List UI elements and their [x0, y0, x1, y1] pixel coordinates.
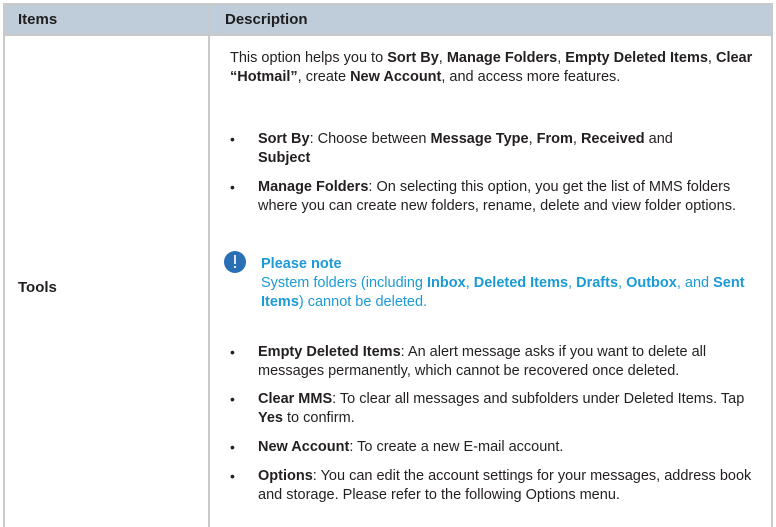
note-body: System folders (including Inbox, Deleted…: [261, 274, 761, 312]
tools-table: Items Description Tools This option help…: [3, 3, 773, 527]
intro-text: , and access more features.: [441, 69, 621, 85]
item-text: ,: [572, 131, 581, 147]
header-items: Items: [18, 11, 58, 28]
row-label-tools: Tools: [18, 279, 57, 296]
intro-paragraph: This option helps you to Sort By, Manage…: [230, 49, 770, 87]
table-header: Items Description: [5, 5, 771, 36]
bullet: •: [230, 131, 235, 147]
info-icon: [224, 251, 246, 273]
item-text: to confirm.: [283, 410, 355, 426]
intro-bold: Manage Folders: [446, 50, 558, 66]
note-bold: Outbox: [626, 275, 677, 291]
note-text: , and: [676, 275, 714, 291]
note-text: ,: [618, 275, 627, 291]
item-label: Manage Folders: [258, 179, 369, 195]
note-text: ,: [568, 275, 577, 291]
bullet: •: [230, 179, 235, 195]
intro-bold: Sort By: [387, 50, 439, 66]
item-label: Options: [258, 468, 313, 484]
item-label: Empty Deleted Items: [258, 344, 401, 360]
item-bold: From: [536, 131, 573, 147]
list-item-text: Empty Deleted Items: An alert message as…: [258, 343, 770, 381]
item-text: : You can edit the account settings for …: [258, 468, 752, 503]
bullet: •: [230, 439, 235, 455]
note-text: ) cannot be deleted.: [298, 294, 428, 310]
note-title: Please note: [261, 256, 342, 272]
list-item-text: Options: You can edit the account settin…: [258, 467, 770, 505]
intro-bold: Empty Deleted Items: [565, 50, 708, 66]
intro-text: , create: [297, 69, 351, 85]
note-bold: Deleted Items: [473, 275, 569, 291]
bullet: •: [230, 468, 235, 484]
item-bold: Message Type: [430, 131, 529, 147]
item-text: : Choose between: [309, 131, 431, 147]
list-item-text: New Account: To create a new E-mail acco…: [258, 438, 770, 457]
intro-text: This option helps you to: [230, 50, 388, 66]
bullet: •: [230, 391, 235, 407]
list-item-text: Manage Folders: On selecting this option…: [258, 178, 770, 216]
note-bold: Inbox: [427, 275, 466, 291]
column-divider: [208, 5, 210, 527]
note-bold: Drafts: [576, 275, 619, 291]
item-text: ,: [528, 131, 537, 147]
item-text: and: [644, 131, 673, 147]
intro-text: ,: [707, 50, 716, 66]
list-item-text: Clear MMS: To clear all messages and sub…: [258, 390, 770, 428]
item-label: Clear MMS: [258, 391, 333, 407]
note-text: ,: [465, 275, 474, 291]
intro-text: ,: [438, 50, 447, 66]
item-text: : To clear all messages and subfolders u…: [332, 391, 745, 407]
item-label: Sort By: [258, 131, 310, 147]
intro-bold: New Account: [350, 69, 442, 85]
list-item-text: Sort By: Choose between Message Type, Fr…: [258, 130, 770, 168]
item-label: New Account: [258, 439, 350, 455]
item-bold: Received: [580, 131, 645, 147]
item-bold: Yes: [258, 410, 283, 426]
bullet: •: [230, 344, 235, 360]
item-text: : To create a new E-mail account.: [349, 439, 564, 455]
item-bold: Subject: [258, 150, 311, 166]
header-description: Description: [225, 11, 308, 28]
note-text: System folders (including: [261, 275, 428, 291]
